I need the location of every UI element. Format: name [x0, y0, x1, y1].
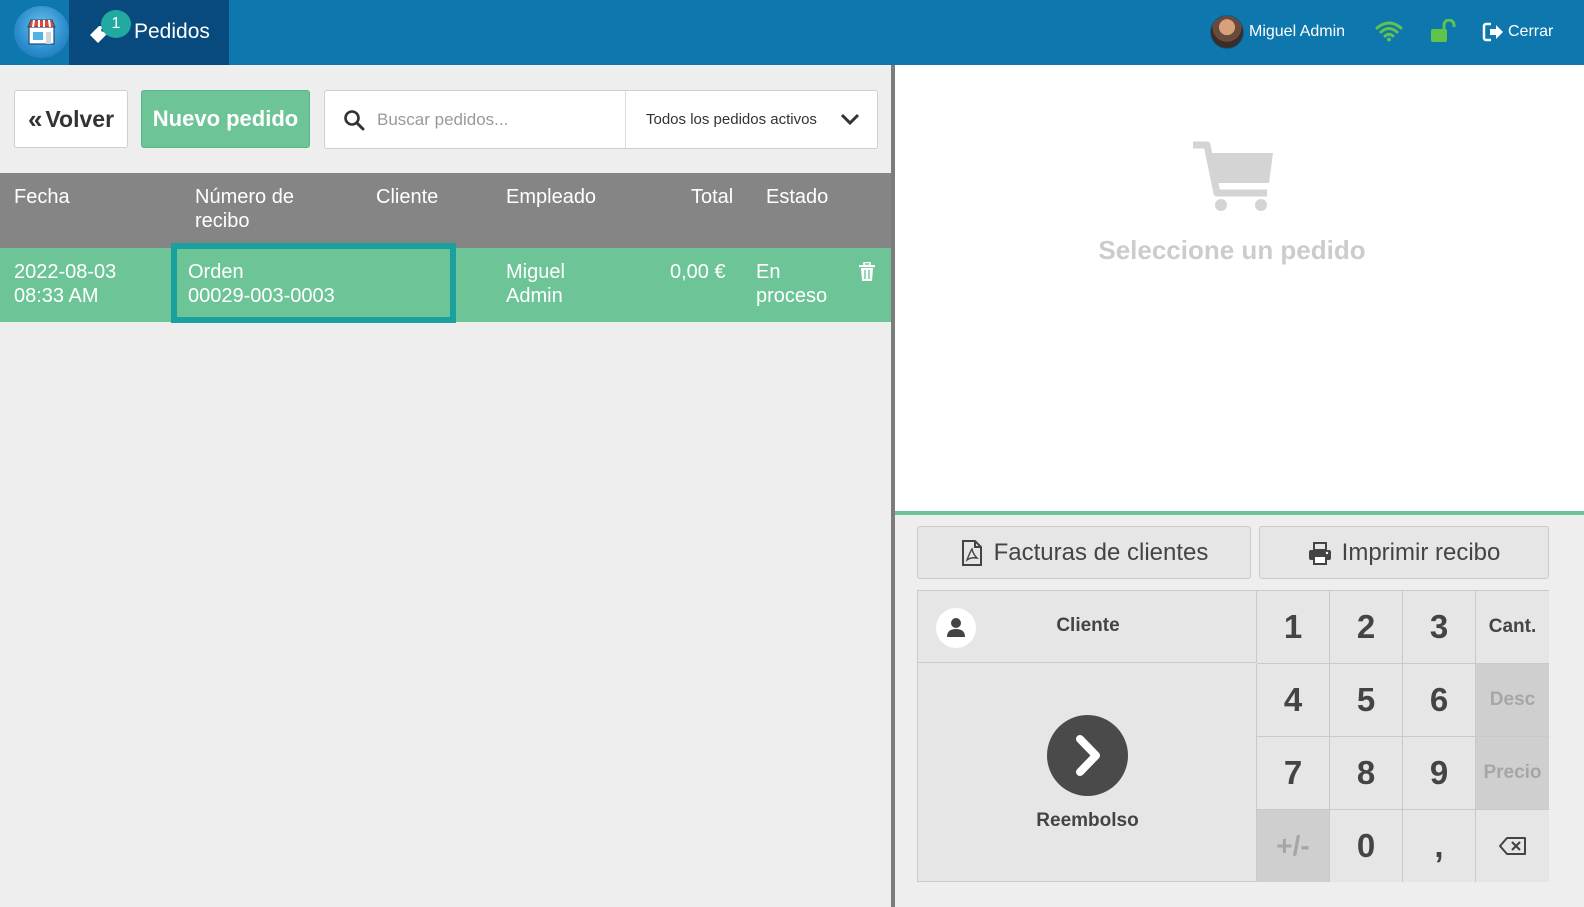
- user-name: Miguel Admin: [1249, 23, 1346, 40]
- key-price-mode[interactable]: Precio: [1476, 737, 1549, 810]
- customer-invoices-button[interactable]: Facturas de clientes: [917, 526, 1251, 579]
- key-7[interactable]: 7: [1257, 737, 1330, 810]
- key-8[interactable]: 8: [1330, 737, 1403, 810]
- column-fecha[interactable]: Fecha: [14, 185, 70, 209]
- logout-button[interactable]: Cerrar: [1482, 20, 1553, 44]
- column-recibo-line2: recibo: [195, 210, 250, 232]
- cell-empleado-line2: Admin: [506, 285, 563, 307]
- top-bar: 1 Pedidos Miguel Admin Cerrar: [0, 0, 1584, 65]
- search-bar: Todos los pedidos activos: [324, 90, 878, 149]
- key-decimal-comma[interactable]: ,: [1403, 810, 1476, 882]
- empty-selection-message: Seleccione un pedido: [1098, 235, 1366, 265]
- column-empleado[interactable]: Empleado: [506, 185, 596, 209]
- column-estado[interactable]: Estado: [766, 185, 828, 209]
- actions-panel: Facturas de clientes Imprimir recibo Cli…: [895, 515, 1584, 907]
- user-icon: [936, 608, 976, 648]
- unlock-icon[interactable]: [1430, 19, 1456, 43]
- customer-label: Cliente: [1056, 615, 1120, 636]
- back-button[interactable]: « Volver: [14, 90, 128, 148]
- trash-icon[interactable]: [858, 262, 876, 282]
- refund-label: Reembolso: [1036, 810, 1139, 831]
- order-detail-panel: Seleccione un pedido: [895, 65, 1584, 511]
- key-0[interactable]: 0: [1330, 810, 1403, 882]
- nav-tab-pedidos[interactable]: 1 Pedidos: [69, 0, 229, 65]
- print-receipt-label: Imprimir recibo: [1341, 538, 1501, 566]
- search-icon: [344, 110, 365, 131]
- user-menu[interactable]: Miguel Admin: [1210, 15, 1345, 49]
- double-chevron-left-icon: «: [27, 103, 43, 134]
- print-receipt-button[interactable]: Imprimir recibo: [1259, 526, 1549, 579]
- order-count-badge: 1: [101, 10, 131, 38]
- sign-out-icon: [1482, 22, 1503, 42]
- back-button-label: Volver: [45, 105, 115, 132]
- customer-invoices-label: Facturas de clientes: [993, 538, 1209, 566]
- logout-label: Cerrar: [1508, 23, 1554, 40]
- cell-fecha: 2022-08-03 08:33 AM: [14, 260, 116, 308]
- key-quantity-mode[interactable]: Cant.: [1476, 591, 1549, 664]
- key-backspace[interactable]: [1476, 810, 1549, 882]
- shopping-cart-icon: [1193, 141, 1273, 211]
- filter-selected-value: Todos los pedidos activos: [646, 111, 817, 128]
- key-6[interactable]: 6: [1403, 664, 1476, 737]
- avatar: [1210, 15, 1244, 49]
- cell-fecha-time: 08:33 AM: [14, 285, 99, 307]
- cell-total: 0,00 €: [670, 261, 726, 283]
- cell-fecha-date: 2022-08-03: [14, 261, 117, 283]
- orders-panel: « Volver Nuevo pedido Todos los pedidos …: [0, 65, 891, 907]
- key-2[interactable]: 2: [1330, 591, 1403, 664]
- customer-button[interactable]: Cliente: [918, 591, 1257, 663]
- numeric-keypad: Cliente Reembolso 1 2 3 Cant. 4 5 6 Desc…: [917, 590, 1549, 882]
- key-4[interactable]: 4: [1257, 664, 1330, 737]
- printer-icon: [1308, 541, 1331, 565]
- nav-tab-label: Pedidos: [134, 20, 210, 43]
- search-input[interactable]: [377, 103, 617, 137]
- key-5[interactable]: 5: [1330, 664, 1403, 737]
- column-total[interactable]: Total: [691, 185, 733, 209]
- cell-estado-line2: proceso: [756, 285, 828, 307]
- focused-cell-outline: [171, 243, 456, 323]
- column-recibo-line1: Número de: [195, 186, 294, 208]
- wifi-icon: [1375, 21, 1403, 42]
- orders-table-header: Fecha Número de recibo Cliente Empleado …: [0, 173, 891, 248]
- chevron-down-icon: [840, 113, 860, 126]
- column-recibo[interactable]: Número de recibo: [195, 185, 294, 233]
- cell-estado: En proceso: [756, 260, 827, 308]
- pdf-file-icon: [961, 539, 982, 566]
- new-order-button[interactable]: Nuevo pedido: [141, 90, 310, 148]
- store-logo-icon[interactable]: [14, 6, 69, 58]
- key-plus-minus[interactable]: +/-: [1257, 810, 1330, 882]
- key-discount-mode[interactable]: Desc: [1476, 664, 1549, 737]
- key-3[interactable]: 3: [1403, 591, 1476, 664]
- key-9[interactable]: 9: [1403, 737, 1476, 810]
- cell-empleado: Miguel Admin: [506, 260, 565, 308]
- cell-estado-line1: En: [756, 261, 781, 283]
- cell-empleado-line1: Miguel: [506, 261, 565, 283]
- refund-button[interactable]: Reembolso: [918, 664, 1257, 882]
- order-filter-select[interactable]: Todos los pedidos activos: [626, 91, 878, 148]
- key-1[interactable]: 1: [1257, 591, 1330, 664]
- backspace-icon: [1498, 837, 1526, 855]
- chevron-right-icon: [1047, 715, 1128, 796]
- column-cliente[interactable]: Cliente: [376, 185, 438, 209]
